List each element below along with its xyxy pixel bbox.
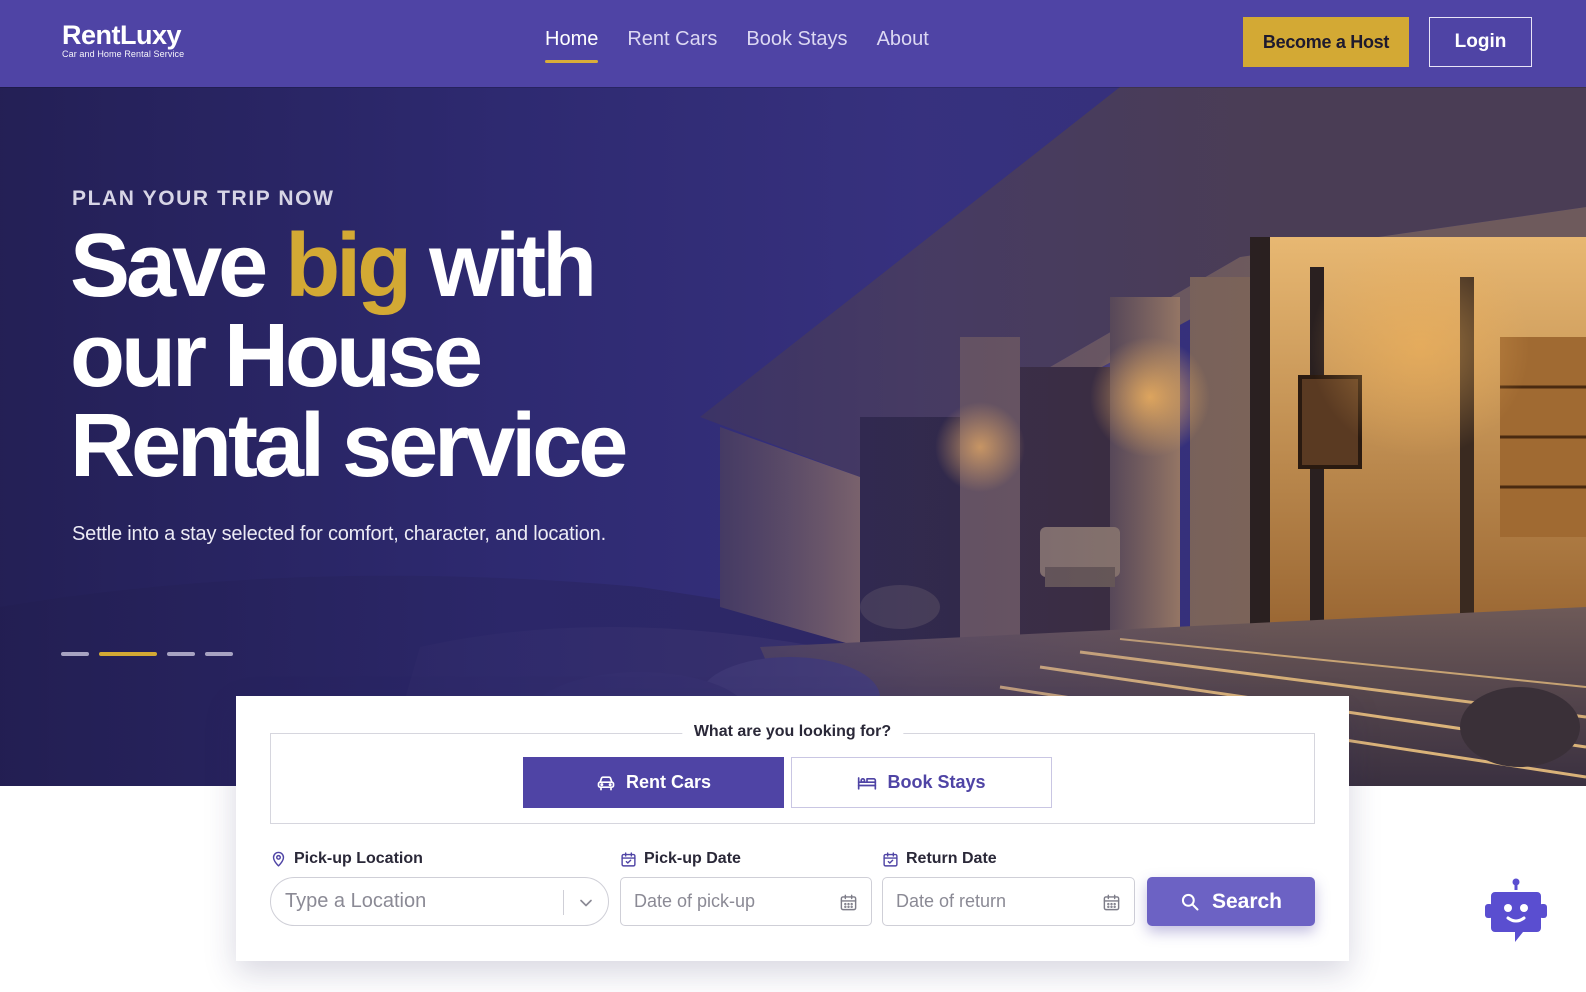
nav-link-about[interactable]: About xyxy=(877,28,929,63)
carousel-dot-1[interactable] xyxy=(61,652,89,656)
headline-part-1: Save xyxy=(70,216,286,316)
select-divider xyxy=(563,890,564,915)
become-host-button[interactable]: Become a Host xyxy=(1243,17,1409,67)
search-button[interactable]: Search xyxy=(1147,877,1315,926)
nav-link-book-stays[interactable]: Book Stays xyxy=(746,28,847,63)
tab-rent-cars-label: Rent Cars xyxy=(625,772,712,792)
chevron-down-icon[interactable] xyxy=(576,893,596,913)
search-type-question: What are you looking for? xyxy=(681,723,904,741)
pickup-location-label: Pick-up Location xyxy=(270,850,423,868)
tab-book-stays-label: Book Stays xyxy=(887,772,986,792)
brand-name: RentLuxy xyxy=(62,20,182,50)
calendar-icon[interactable] xyxy=(839,893,858,912)
brand-tagline: Car and Home Rental Service xyxy=(62,49,185,59)
calendar-check-icon xyxy=(621,851,636,867)
return-date-field[interactable] xyxy=(882,877,1135,926)
return-date-label: Return Date xyxy=(882,850,997,868)
page: RentLuxy Car and Home Rental Service Hom… xyxy=(0,0,1586,992)
bed-icon xyxy=(858,776,877,790)
return-date-label-text: Return Date xyxy=(906,850,997,867)
location-pin-icon xyxy=(272,851,285,867)
pickup-date-label: Pick-up Date xyxy=(620,850,741,868)
search-panel: What are you looking for? Rent Cars Book… xyxy=(236,696,1349,961)
chatbot-robot-icon[interactable] xyxy=(1483,878,1549,946)
hero-eyebrow: PLAN YOUR TRIP NOW xyxy=(72,187,335,210)
carousel-dot-3[interactable] xyxy=(167,652,195,656)
carousel-indicators xyxy=(61,652,233,656)
car-icon xyxy=(597,775,615,790)
hero-section: PLAN YOUR TRIP NOW Save big with our Hou… xyxy=(0,87,1586,786)
pickup-location-input[interactable] xyxy=(271,890,551,913)
search-button-label: Search xyxy=(1211,889,1283,913)
carousel-dot-4[interactable] xyxy=(205,652,233,656)
calendar-check-icon xyxy=(883,851,898,867)
pickup-location-select[interactable] xyxy=(270,877,609,926)
return-date-input[interactable] xyxy=(883,891,1083,912)
tab-book-stays[interactable]: Book Stays xyxy=(791,757,1052,808)
pickup-location-label-text: Pick-up Location xyxy=(294,850,423,867)
tab-rent-cars[interactable]: Rent Cars xyxy=(523,757,784,808)
pickup-date-input[interactable] xyxy=(621,891,821,912)
search-icon xyxy=(1181,893,1199,910)
search-type-group: What are you looking for? Rent Cars Book… xyxy=(270,723,1315,824)
pickup-date-field[interactable] xyxy=(620,877,872,926)
carousel-dot-2[interactable] xyxy=(99,652,157,656)
hero-headline: Save big with our House Rental service xyxy=(70,221,710,491)
nav-link-rent-cars[interactable]: Rent Cars xyxy=(627,28,717,63)
pickup-date-label-text: Pick-up Date xyxy=(644,850,741,867)
brand-logo[interactable]: RentLuxy Car and Home Rental Service xyxy=(62,20,184,59)
calendar-icon[interactable] xyxy=(1102,893,1121,912)
login-button[interactable]: Login xyxy=(1429,17,1532,67)
top-navbar: RentLuxy Car and Home Rental Service Hom… xyxy=(0,0,1586,87)
hero-subtitle: Settle into a stay selected for comfort,… xyxy=(72,523,606,545)
nav-link-home[interactable]: Home xyxy=(545,28,599,63)
headline-accent: big xyxy=(285,216,412,316)
main-nav: Home Rent Cars Book Stays About xyxy=(545,28,929,63)
